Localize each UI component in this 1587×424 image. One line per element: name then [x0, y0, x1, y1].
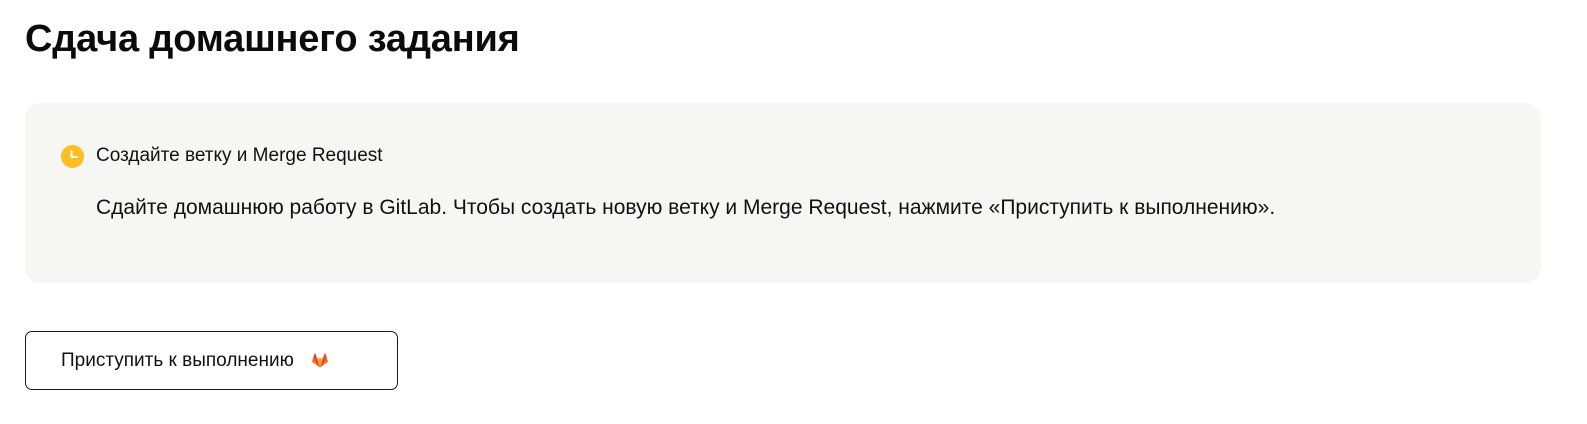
status-label: Создайте ветку и Merge Request: [96, 145, 383, 166]
start-assignment-button[interactable]: Приступить к выполнению: [25, 331, 398, 390]
status-description: Сдайте домашнюю работу в GitLab. Чтобы с…: [96, 196, 1276, 219]
homework-status-card: Создайте ветку и Merge Request Сдайте до…: [25, 103, 1541, 283]
start-button-label: Приступить к выполнению: [61, 349, 294, 371]
gitlab-icon: [311, 353, 328, 368]
status-row: Создайте ветку и Merge Request: [61, 143, 383, 169]
page-title: Сдача домашнего задания: [25, 18, 520, 60]
clock-icon: [61, 144, 84, 168]
